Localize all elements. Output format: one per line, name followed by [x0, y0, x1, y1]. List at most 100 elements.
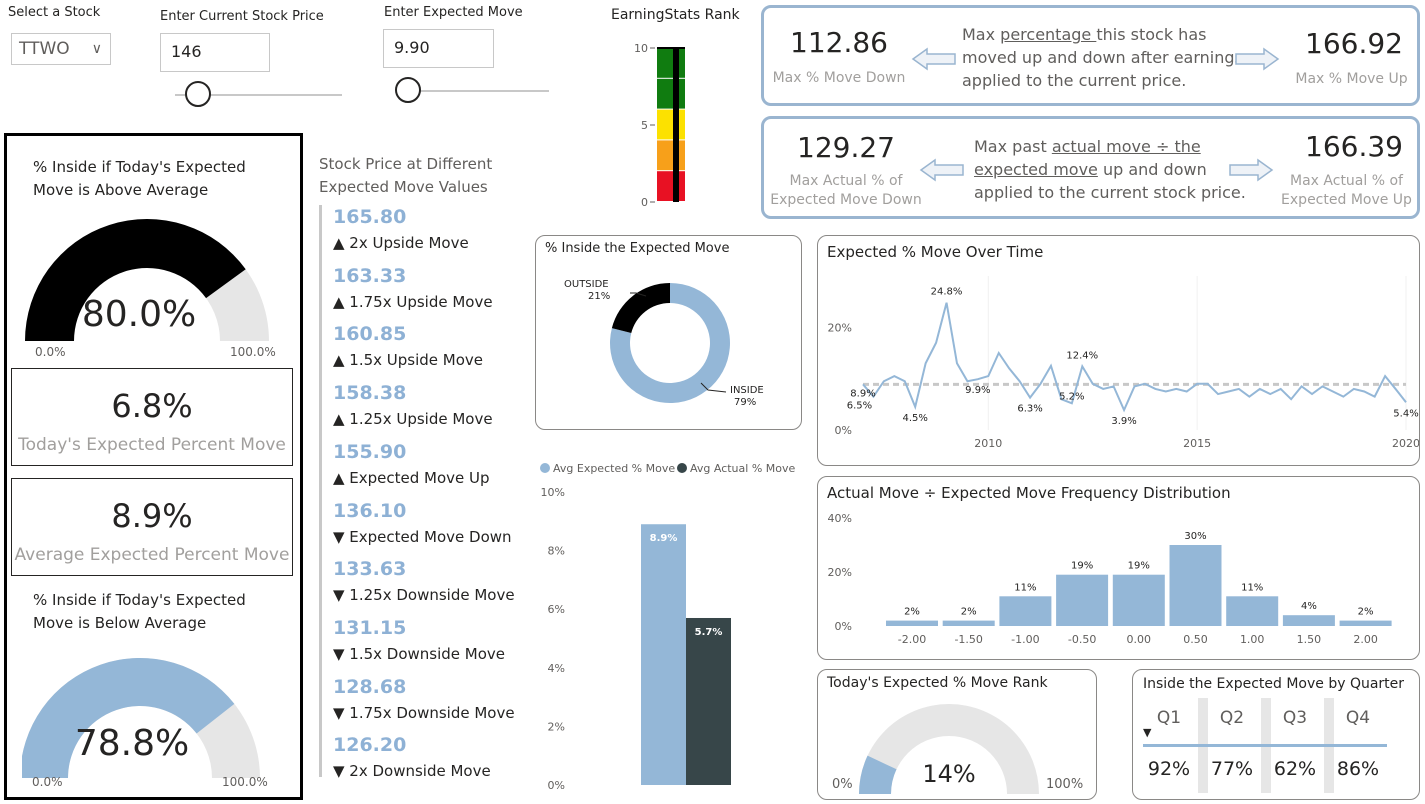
quarter-divider [1143, 744, 1387, 747]
arrow-left-icon [911, 47, 956, 71]
hist-ytick: 0% [835, 620, 852, 633]
rank-tick-0: 0 [641, 196, 648, 209]
hist-xtick: 0.50 [1183, 633, 1208, 646]
hist-xtick: 1.50 [1297, 633, 1322, 646]
hist-bar [1056, 574, 1109, 626]
quarter-header[interactable]: Q4 [1332, 708, 1384, 728]
quarter-header[interactable]: Q1 [1143, 708, 1195, 728]
gauge-below-max: 100.0% [222, 775, 268, 789]
move-input[interactable]: 9.90 [383, 29, 494, 68]
stock-select-dropdown[interactable]: TTWO ∨ [11, 33, 111, 65]
hist-xtick: 2.00 [1353, 633, 1378, 646]
price-input[interactable]: 146 [160, 33, 270, 72]
rank-meter-band [657, 48, 685, 78]
hist-bar [1169, 545, 1222, 626]
sort-down-icon[interactable]: ▼ [1143, 726, 1151, 739]
donut-outside-pct: 21% [588, 291, 610, 302]
line-xtick: 2020 [1392, 437, 1419, 450]
hist-xtick: -1.00 [1011, 633, 1039, 646]
price-value: 163.33 [333, 264, 407, 287]
hist-xtick: -0.50 [1068, 633, 1096, 646]
avg-bar-data-label: 5.7% [695, 627, 723, 638]
rank-meter-band [657, 78, 685, 109]
move-slider-handle[interactable] [395, 77, 421, 103]
hist-bar [999, 596, 1052, 626]
arrow-left-icon [919, 158, 964, 182]
price-value: 155.90 [333, 440, 407, 463]
avg-move-bar-chart: Avg Expected % Move Avg Actual % Move 10… [540, 462, 796, 792]
avg-bar-ytick: 8% [548, 545, 565, 558]
todays-expected-move-value: 6.8% [111, 387, 193, 425]
legend-actual-label: Avg Actual % Move [690, 462, 796, 475]
avg-bar-expected [641, 524, 686, 785]
actual-move-description: Max past actual move ÷ the expected move… [974, 137, 1246, 202]
quarter-value: 62% [1273, 758, 1317, 780]
hist-bar [1282, 615, 1335, 626]
rank-meter-band [657, 109, 685, 140]
price-move-label: ▼ 2x Downside Move [333, 762, 491, 781]
gauge-above-min: 0.0% [35, 345, 66, 359]
chevron-down-icon[interactable]: ∨ [92, 34, 102, 64]
price-list-divider [319, 205, 322, 777]
avg-bar-ytick: 0% [548, 779, 565, 792]
arrow-right-icon [1235, 47, 1280, 71]
hist-data-label: 4% [1301, 601, 1317, 612]
line-ytick: 20% [828, 321, 852, 334]
hist-xtick: 0.00 [1127, 633, 1152, 646]
gauge-below-average: 78.8% 0.0% 100.0% [22, 658, 268, 789]
actual-move-up-label: Max Actual % of Expected Move Up [1281, 173, 1412, 208]
line-series [862, 302, 1407, 413]
price-value: 128.68 [333, 675, 407, 698]
gauge-above-max: 100.0% [230, 345, 276, 359]
max-move-up-value: 166.92 [1305, 27, 1403, 60]
line-data-label: 9.9% [965, 385, 990, 396]
histogram-card: Actual Move ÷ Expected Move Frequency Di… [817, 476, 1420, 660]
price-value: 158.38 [333, 382, 407, 405]
max-move-down-value: 112.86 [790, 26, 888, 59]
donut-outside-label: OUTSIDE [564, 279, 609, 290]
hist-bar [942, 620, 995, 626]
price-slider-handle[interactable] [185, 81, 211, 107]
price-value: 165.80 [333, 206, 407, 228]
actual-move-up-value: 166.39 [1305, 130, 1403, 163]
quarter-card: Inside the Expected Move by Quarter Q1 92… [1132, 669, 1420, 800]
rank-meter-band [657, 171, 685, 201]
hist-xtick: 1.00 [1240, 633, 1265, 646]
line-data-label: 5.2% [1059, 391, 1084, 402]
price-move-label: ▼ Expected Move Down [333, 527, 512, 546]
todays-expected-move-label: Today's Expected Percent Move [18, 435, 286, 455]
price-value: 131.15 [333, 616, 407, 639]
price-move-label: ▼ 1.5x Downside Move [333, 644, 506, 663]
hist-data-label: 11% [1014, 582, 1036, 593]
rank-meter-top-marker [657, 47, 685, 49]
quarter-header[interactable]: Q2 [1206, 708, 1258, 728]
avg-bar-actual [686, 617, 731, 785]
hist-ytick: 20% [828, 566, 852, 579]
donut-slice-outside [611, 283, 670, 334]
avg-bar-ytick: 4% [548, 662, 565, 675]
line-data-label: 12.4% [1066, 350, 1098, 361]
legend-expected-label: Avg Expected % Move [553, 462, 675, 475]
donut-card: % Inside the Expected Move OUTSIDE 21% I… [535, 235, 802, 430]
line-data-label: 6.3% [1017, 404, 1042, 415]
gauge-above-average: 80.0% 0.0% 100.0% [25, 219, 276, 359]
quarter-value: 86% [1336, 758, 1380, 780]
line-data-label: 6.5% [847, 401, 872, 412]
actual-move-down-label: Max Actual % of Expected Move Down [770, 173, 922, 208]
stock-select-label: Select a Stock [8, 5, 101, 20]
hist-data-label: 19% [1071, 561, 1093, 572]
price-move-label: ▲ 1.25x Upside Move [333, 410, 493, 429]
average-expected-move-value: 8.9% [111, 497, 193, 535]
legend-expected-swatch [540, 463, 550, 473]
max-move-card: 112.86 Max % Move Down Max percentage th… [761, 5, 1420, 106]
quarter-value: 77% [1210, 758, 1254, 780]
move-input-label: Enter Expected Move [384, 5, 523, 20]
gauge-above-title: % Inside if Today's Expected Move is Abov… [33, 158, 246, 199]
price-move-label: ▼ 1.25x Downside Move [333, 586, 515, 605]
todays-expected-move-card: 6.8% Today's Expected Percent Move [11, 368, 293, 466]
price-move-label: ▲ 1.75x Upside Move [333, 292, 493, 311]
quarter-header[interactable]: Q3 [1269, 708, 1321, 728]
max-move-down-label: Max % Move Down [772, 70, 906, 86]
line-xtick: 2015 [1183, 437, 1211, 450]
actual-move-down-value: 129.27 [797, 131, 895, 164]
